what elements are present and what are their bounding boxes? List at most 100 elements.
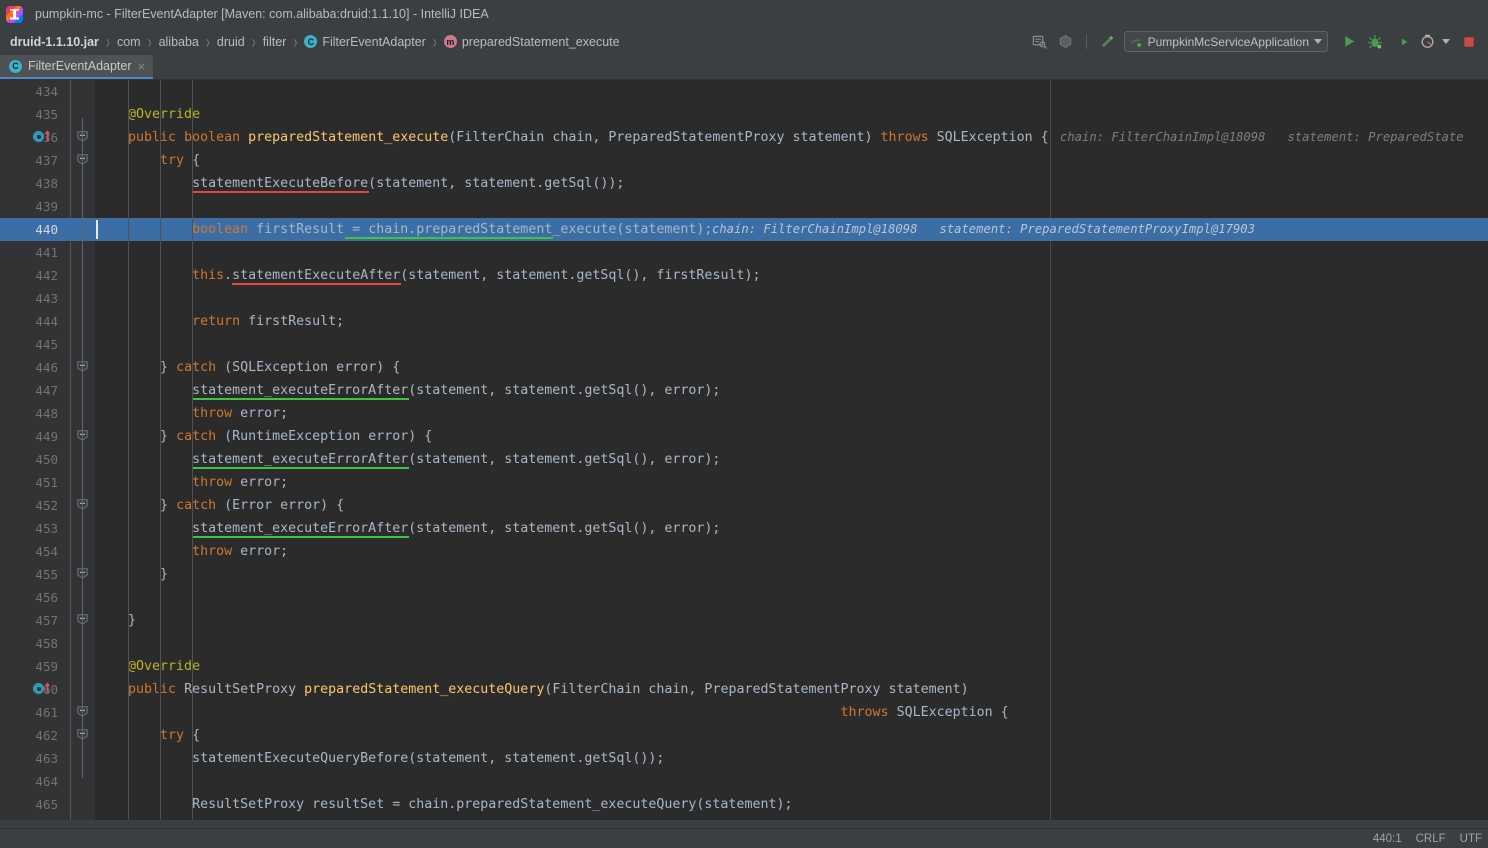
profile-button[interactable] — [1416, 31, 1438, 53]
line-code: throws SQLException { — [840, 705, 1009, 720]
indent-guide — [160, 80, 161, 820]
line-number: 465 — [35, 797, 58, 812]
method-underline-green — [192, 398, 409, 400]
breadcrumb-item-preparedstatement-execute[interactable]: m preparedStatement_execute — [443, 34, 620, 49]
editor-line[interactable]: 446 } catch (SQLException error) { — [0, 356, 1488, 379]
breadcrumb-item-druid-1-1-10-jar[interactable]: druid-1.1.10.jar — [10, 35, 99, 49]
editor-line[interactable]: 451 throw error; — [0, 471, 1488, 494]
line-separator[interactable]: CRLF — [1416, 833, 1446, 845]
breadcrumb-item-com[interactable]: com — [117, 35, 141, 49]
search-everywhere-icon[interactable] — [1029, 31, 1051, 53]
line-code: @Override — [96, 107, 201, 122]
class-icon: C — [304, 35, 318, 48]
editor-line[interactable]: 457 } — [0, 609, 1488, 632]
profile-dropdown-icon[interactable] — [1442, 39, 1450, 44]
editor-line[interactable]: 445 — [0, 333, 1488, 356]
overridden-method-icon[interactable] — [33, 682, 51, 694]
breadcrumb-separator: › — [205, 31, 210, 52]
line-number: 462 — [35, 728, 58, 743]
line-number: 449 — [35, 429, 58, 444]
editor-line[interactable]: 461 throws SQLException { — [0, 701, 1488, 724]
line-code: statementExecuteQueryBefore(statement, s… — [96, 751, 665, 766]
debug-button[interactable] — [1364, 31, 1386, 53]
breadcrumb-item-label: com — [116, 34, 141, 49]
editor-line[interactable]: 435 @Override — [0, 103, 1488, 126]
status-bar: 440:1 CRLF UTF — [0, 828, 1488, 848]
editor-line[interactable]: 459 @Override — [0, 655, 1488, 678]
window-title: pumpkin-mc - FilterEventAdapter [Maven: … — [35, 7, 489, 21]
editor-line[interactable]: 463 statementExecuteQueryBefore(statemen… — [0, 747, 1488, 770]
overridden-method-icon[interactable] — [33, 130, 51, 142]
method-underline-green — [192, 467, 409, 469]
editor-line[interactable]: 452 } catch (Error error) { — [0, 494, 1488, 517]
run-configuration-selector[interactable]: PumpkinMcServiceApplication — [1123, 31, 1328, 52]
line-number: 442 — [35, 268, 58, 283]
editor-line[interactable]: 454 throw error; — [0, 540, 1488, 563]
line-number: 451 — [35, 475, 58, 490]
editor-line[interactable]: 465 ResultSetProxy resultSet = chain.pre… — [0, 793, 1488, 816]
line-code: ResultSetProxy resultSet = chain.prepare… — [96, 797, 793, 812]
line-number: 455 — [35, 567, 58, 582]
editor-line[interactable]: 458 — [0, 632, 1488, 655]
close-icon[interactable]: × — [138, 60, 146, 73]
line-number: 456 — [35, 590, 58, 605]
editor-line[interactable]: 439 — [0, 195, 1488, 218]
editor-line[interactable]: 441 — [0, 241, 1488, 264]
debugger-inlay-hint[interactable]: chain: FilterChainImpl@18098 statement: … — [1060, 126, 1464, 149]
code-editor[interactable]: 434435 @Override436 public boolean prepa… — [0, 80, 1488, 820]
line-number: 458 — [35, 636, 58, 651]
line-number: 463 — [35, 751, 58, 766]
line-number: 437 — [35, 153, 58, 168]
build-hammer-icon[interactable] — [1096, 31, 1118, 53]
indent-guide — [128, 80, 129, 820]
breadcrumb-item-label: alibaba — [158, 34, 199, 49]
editor-line[interactable]: 443 — [0, 287, 1488, 310]
fold-region-line — [82, 118, 83, 778]
intellij-idea-logo-icon — [6, 5, 23, 23]
run-coverage-button[interactable] — [1390, 31, 1412, 53]
editor-line[interactable]: 460 public ResultSetProxy preparedStatem… — [0, 678, 1488, 701]
stop-button[interactable] — [1458, 31, 1480, 53]
line-number: 454 — [35, 544, 58, 559]
breadcrumb-item-alibaba[interactable]: alibaba — [159, 35, 199, 49]
line-number: 447 — [35, 383, 58, 398]
line-code: } catch (SQLException error) { — [96, 360, 401, 375]
line-number: 457 — [35, 613, 58, 628]
caret-position[interactable]: 440:1 — [1373, 833, 1402, 845]
settings-hex-icon[interactable] — [1055, 31, 1077, 53]
line-number: 438 — [35, 176, 58, 191]
editor-line[interactable]: 442 this.statementExecuteAfter(statement… — [0, 264, 1488, 287]
editor-line[interactable]: 444 return firstResult; — [0, 310, 1488, 333]
breadcrumb-item-label: filter — [262, 34, 287, 49]
method-underline-red — [192, 191, 369, 193]
editor-line[interactable]: 455 } — [0, 563, 1488, 586]
editor-line[interactable]: 464 — [0, 770, 1488, 793]
main-toolbar: PumpkinMcServiceApplication — [1029, 28, 1480, 55]
method-underline-green — [192, 536, 409, 538]
breadcrumb-item-filtereventadapter[interactable]: C FilterEventAdapter — [304, 35, 426, 49]
editor-line[interactable]: 448 throw error; — [0, 402, 1488, 425]
editor-line[interactable]: 436 public boolean preparedStatement_exe… — [0, 126, 1488, 149]
run-button[interactable] — [1338, 31, 1360, 53]
editor-tab-filtereventadapter[interactable]: C FilterEventAdapter × — [0, 55, 154, 79]
editor-line[interactable]: 437 try { — [0, 149, 1488, 172]
line-code: return firstResult; — [192, 314, 345, 329]
line-code: public boolean preparedStatement_execute… — [96, 130, 1049, 145]
title-bar: pumpkin-mc - FilterEventAdapter [Maven: … — [0, 0, 1488, 28]
text-caret — [96, 220, 98, 239]
file-encoding[interactable]: UTF — [1460, 833, 1482, 845]
breadcrumb-separator: › — [105, 31, 110, 52]
editor-line[interactable]: 462 try { — [0, 724, 1488, 747]
editor-line[interactable]: 456 — [0, 586, 1488, 609]
editor-line[interactable]: 449 } catch (RuntimeException error) { — [0, 425, 1488, 448]
breadcrumb-item-druid[interactable]: druid — [217, 35, 245, 49]
breadcrumb-item-filter[interactable]: filter — [263, 35, 287, 49]
line-code: try { — [160, 153, 201, 168]
editor-line[interactable]: 434 — [0, 80, 1488, 103]
chevron-down-icon[interactable] — [1314, 39, 1322, 44]
line-code: this.statementExecuteAfter(statement, st… — [192, 268, 761, 283]
breadcrumb-item-label: preparedStatement_execute — [461, 34, 620, 49]
editor-line-selected[interactable]: 440 boolean firstResult = chain.prepared… — [0, 218, 1488, 241]
debugger-inlay-hint[interactable]: chain: FilterChainImpl@18098 statement: … — [712, 218, 1255, 241]
editor-tab-bar: C FilterEventAdapter × — [0, 55, 1488, 80]
